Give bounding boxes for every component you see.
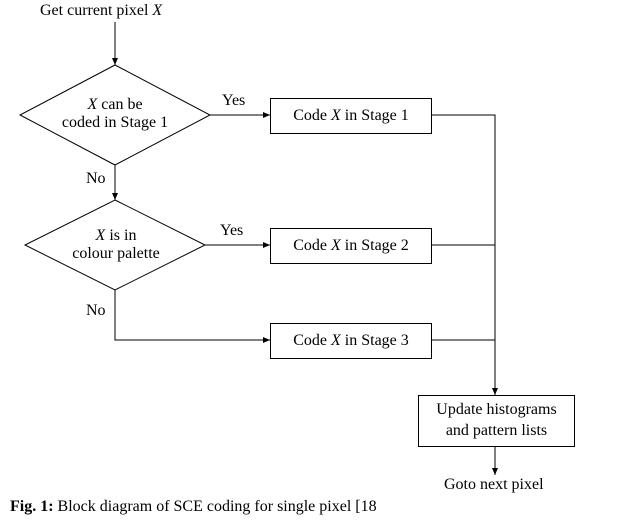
- update-box: Update histograms and pattern lists: [418, 395, 575, 447]
- p1-pre: Code: [293, 107, 331, 124]
- d2-line2: colour palette: [72, 245, 160, 262]
- p3-pre: Code: [293, 332, 331, 349]
- p1-var: X: [331, 107, 341, 124]
- p3-post: in Stage 3: [341, 332, 409, 349]
- d1-yes-text: Yes: [222, 92, 245, 109]
- caption-prefix: Fig. 1:: [10, 498, 54, 515]
- d1-line2: coded in Stage 1: [62, 114, 168, 131]
- p2-post: in Stage 2: [341, 237, 409, 254]
- arrow-p1-join: [430, 115, 495, 390]
- d1-var: X: [87, 96, 97, 113]
- arrow-d2-no: [115, 290, 270, 340]
- process3-box: Code X in Stage 3: [270, 323, 432, 359]
- d2-yes-label: Yes: [220, 222, 243, 240]
- goto-label: Goto next pixel: [444, 476, 544, 494]
- d1-yes-label: Yes: [222, 92, 245, 110]
- d1-no-text: No: [86, 170, 106, 187]
- figure-caption: Fig. 1: Block diagram of SCE coding for …: [10, 498, 377, 516]
- update-line1: Update histograms: [436, 401, 556, 418]
- process1-box: Code X in Stage 1: [270, 98, 432, 134]
- d2-no-text: No: [86, 302, 106, 319]
- d2-no-label: No: [86, 302, 106, 320]
- update-line2: and pattern lists: [446, 422, 547, 439]
- p2-var: X: [331, 237, 341, 254]
- p3-var: X: [331, 332, 341, 349]
- process2-box: Code X in Stage 2: [270, 228, 432, 264]
- d2-yes-text: Yes: [220, 222, 243, 239]
- decision1-text: X can be coded in Stage 1: [60, 96, 170, 132]
- p2-pre: Code: [293, 237, 331, 254]
- p1-post: in Stage 1: [341, 107, 409, 124]
- d1-line1: can be: [97, 96, 142, 113]
- decision2-text: X is in colour palette: [66, 227, 166, 263]
- d2-line1: is in: [105, 227, 136, 244]
- d2-var: X: [96, 227, 106, 244]
- caption-text: Block diagram of SCE coding for single p…: [54, 498, 377, 515]
- goto-text: Goto next pixel: [444, 476, 544, 493]
- d1-no-label: No: [86, 170, 106, 188]
